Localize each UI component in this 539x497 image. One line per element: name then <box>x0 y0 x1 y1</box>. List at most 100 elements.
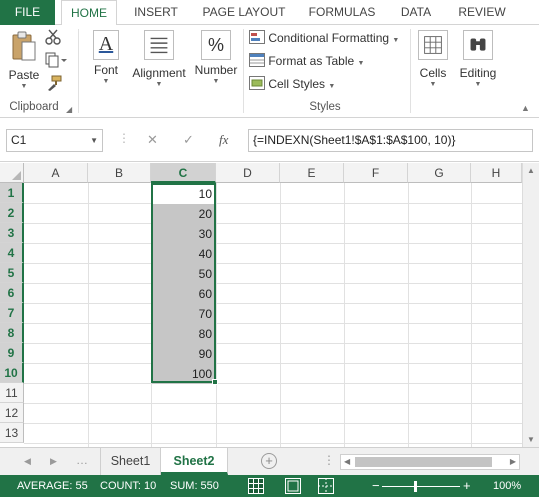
font-button[interactable]: A Font ▼ <box>88 30 124 86</box>
cell-styles-dropdown-icon: ▼ <box>328 83 336 90</box>
cell-styles-button[interactable]: Cell Styles ▼ <box>249 74 335 94</box>
formula-input[interactable]: {=INDEXN(Sheet1!$A$1:$A$100, 10)} <box>248 129 533 152</box>
cell-c6[interactable]: 60 <box>152 284 215 304</box>
column-header-f[interactable]: F <box>344 163 408 183</box>
grid-line <box>24 403 539 404</box>
cell-c8[interactable]: 80 <box>152 324 215 344</box>
row-header-13[interactable]: 13 <box>0 423 24 443</box>
column-header-g[interactable]: G <box>408 163 471 183</box>
add-sheet-icon[interactable]: + <box>261 453 277 469</box>
row-header-9[interactable]: 9 <box>0 343 24 363</box>
row-header-4[interactable]: 4 <box>0 243 24 263</box>
previous-sheet-icon[interactable]: ◀ <box>24 456 31 467</box>
scroll-up-icon[interactable]: ▲ <box>527 166 535 175</box>
editing-dropdown-icon: ▼ <box>474 81 482 88</box>
horizontal-scroll-thumb[interactable] <box>355 457 492 467</box>
name-box[interactable]: C1 ▼ <box>6 129 103 152</box>
editing-button[interactable]: Editing ▼ <box>457 30 499 89</box>
scroll-down-icon[interactable]: ▼ <box>527 435 535 444</box>
grid-line <box>24 383 539 384</box>
column-header-d[interactable]: D <box>216 163 280 183</box>
conditional-formatting-label: Conditional Formatting <box>268 31 390 45</box>
conditional-formatting-button[interactable]: Conditional Formatting ▼ <box>249 28 399 48</box>
number-button[interactable]: % Number ▼ <box>193 30 239 86</box>
column-header-h[interactable]: H <box>471 163 522 183</box>
tab-data[interactable]: DATA <box>392 0 440 25</box>
status-sum: SUM: 550 <box>170 480 219 492</box>
cell-c1[interactable]: 10 <box>152 184 215 204</box>
row-header-11[interactable]: 11 <box>0 383 24 403</box>
row-header-2[interactable]: 2 <box>0 203 24 223</box>
status-bar: AVERAGE: 55 COUNT: 10 SUM: 550 − + 100% <box>0 475 539 497</box>
row-header-12[interactable]: 12 <box>0 403 24 423</box>
worksheet-grid[interactable]: A B C D E F G H 1 2 3 4 5 6 7 8 9 10 11 … <box>0 163 539 447</box>
tab-file[interactable]: FILE <box>0 0 55 25</box>
paste-dropdown-icon[interactable]: ▼ <box>6 82 42 91</box>
zoom-in-icon[interactable]: + <box>463 475 471 497</box>
paste-button[interactable]: Paste ▼ <box>6 30 42 91</box>
column-header-b[interactable]: B <box>88 163 151 183</box>
tab-split-icon[interactable]: ⋮ <box>323 453 335 467</box>
page-layout-view-icon[interactable] <box>285 478 301 494</box>
cell-c7[interactable]: 70 <box>152 304 215 324</box>
cell-c3[interactable]: 30 <box>152 224 215 244</box>
collapse-ribbon-icon[interactable]: ▲ <box>521 103 530 113</box>
ribbon-separator <box>243 29 244 113</box>
row-header-8[interactable]: 8 <box>0 323 24 343</box>
grid-line <box>24 203 539 204</box>
name-box-value: C1 <box>11 133 27 147</box>
row-header-7[interactable]: 7 <box>0 303 24 323</box>
alignment-label: Alignment <box>132 66 186 80</box>
scroll-left-icon[interactable]: ◀ <box>344 457 350 466</box>
cell-c5[interactable]: 50 <box>152 264 215 284</box>
format-painter-icon[interactable] <box>45 75 63 91</box>
enter-icon[interactable]: ✓ <box>183 132 194 148</box>
zoom-slider-thumb[interactable] <box>414 481 417 492</box>
copy-icon[interactable] <box>45 52 67 68</box>
tab-review[interactable]: REVIEW <box>452 0 512 25</box>
normal-view-icon[interactable] <box>248 478 264 494</box>
horizontal-scrollbar[interactable]: ◀ ▶ <box>340 454 520 470</box>
clipboard-dialog-launcher-icon[interactable]: ◢ <box>66 105 72 114</box>
sheet-tab-sheet1[interactable]: Sheet1 <box>100 448 161 475</box>
alignment-button[interactable]: Alignment ▼ <box>130 30 188 89</box>
column-header-c[interactable]: C <box>151 163 216 183</box>
format-as-table-button[interactable]: Format as Table ▼ <box>249 51 364 71</box>
row-header-1[interactable]: 1 <box>0 183 24 203</box>
grid-line <box>24 263 539 264</box>
select-all-button[interactable] <box>0 163 24 183</box>
sheet-tab-sheet2[interactable]: Sheet2 <box>161 448 228 475</box>
cells-dropdown-icon: ▼ <box>429 81 437 88</box>
tab-insert[interactable]: INSERT <box>126 0 186 25</box>
number-dropdown-icon: ▼ <box>212 78 220 85</box>
tab-page-layout[interactable]: PAGE LAYOUT <box>196 0 292 25</box>
page-break-preview-icon[interactable] <box>318 478 334 494</box>
font-icon: A <box>93 30 119 60</box>
cell-c2[interactable]: 20 <box>152 204 215 224</box>
name-box-dropdown-icon[interactable]: ▼ <box>90 130 98 151</box>
cell-c4[interactable]: 40 <box>152 244 215 264</box>
column-header-e[interactable]: E <box>280 163 344 183</box>
insert-function-icon[interactable]: fx <box>219 132 228 148</box>
cut-icon[interactable] <box>45 29 61 45</box>
vertical-scrollbar[interactable]: ▲ ▼ <box>522 163 539 447</box>
row-header-6[interactable]: 6 <box>0 283 24 303</box>
cancel-icon[interactable]: ✕ <box>147 132 158 148</box>
tab-formulas[interactable]: FORMULAS <box>302 0 382 25</box>
row-header-3[interactable]: 3 <box>0 223 24 243</box>
column-header-a[interactable]: A <box>24 163 88 183</box>
zoom-level[interactable]: 100% <box>493 475 521 497</box>
grid-line <box>24 243 539 244</box>
cells-button[interactable]: Cells ▼ <box>415 30 451 89</box>
row-header-10[interactable]: 10 <box>0 363 24 383</box>
next-sheet-icon[interactable]: ▶ <box>50 456 57 467</box>
cell-c10[interactable]: 100 <box>152 364 215 384</box>
zoom-out-icon[interactable]: − <box>372 475 380 497</box>
tab-home[interactable]: HOME <box>61 0 117 26</box>
zoom-slider-track[interactable] <box>382 486 460 487</box>
more-sheets-icon[interactable]: … <box>76 453 88 467</box>
row-header-5[interactable]: 5 <box>0 263 24 283</box>
scroll-right-icon[interactable]: ▶ <box>510 457 516 466</box>
fill-handle[interactable] <box>212 379 218 385</box>
cell-c9[interactable]: 90 <box>152 344 215 364</box>
